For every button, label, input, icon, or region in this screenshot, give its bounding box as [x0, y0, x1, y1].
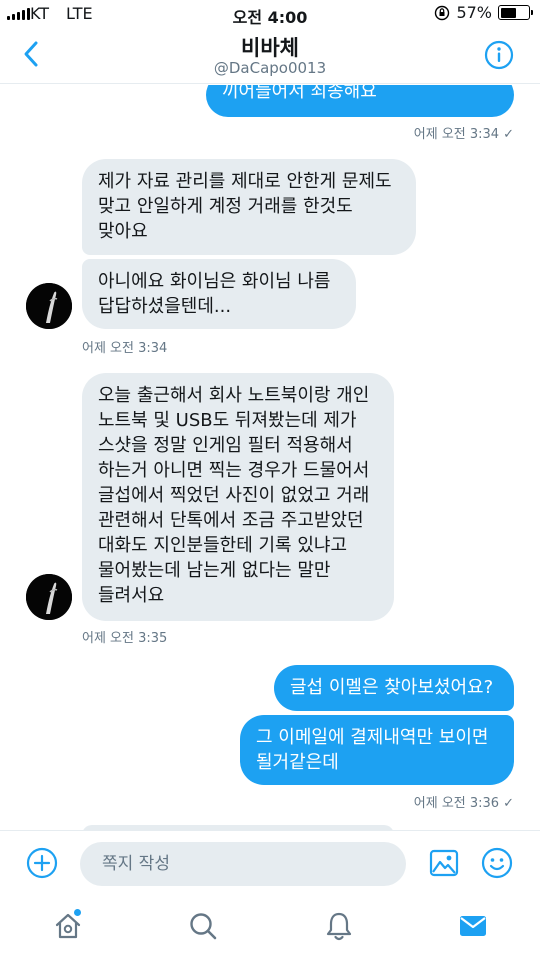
contact-avatar[interactable]	[26, 574, 72, 620]
bottom-tab-bar	[0, 896, 540, 960]
message-bubble-outgoing[interactable]: 그 이메일에 결제내역만 보이면 될거같은데	[240, 715, 514, 785]
contact-avatar[interactable]	[26, 283, 72, 329]
message-input[interactable]	[80, 842, 406, 886]
message-timestamp: 어제 오전 3:35	[82, 631, 168, 646]
battery-percent: 57%	[456, 3, 492, 22]
conversation-header: 비바체 @DaCapo0013	[0, 28, 540, 84]
message-thread[interactable]: 끼어들어서 죄송해요 어제 오전 3:34 ✓ 제가 자료 관리를 제대로 안한게…	[0, 85, 540, 830]
battery-level	[500, 7, 516, 18]
add-media-button[interactable]	[26, 847, 58, 879]
info-icon[interactable]	[484, 40, 514, 70]
message-bubble-incoming[interactable]: 제가 자료 관리를 제대로 안한게 문제도 맞고 안일하게 계정 거래를 한것도…	[82, 159, 416, 255]
message-timestamp: 어제 오전 3:34 ✓	[414, 123, 514, 142]
read-check-icon: ✓	[503, 127, 514, 142]
search-icon[interactable]	[187, 910, 219, 942]
read-check-icon: ✓	[503, 796, 514, 811]
timestamp-text: 어제 오전 3:36	[413, 796, 500, 811]
avatar-image	[26, 283, 72, 329]
contact-handle[interactable]: @DaCapo0013	[0, 59, 540, 77]
contact-name[interactable]: 비바체	[0, 32, 540, 62]
status-bar: KT LTE 오전 4:00 57%	[0, 0, 540, 28]
message-bubble-incoming[interactable]: 아니에요 화이님은 화이님 나름 답답하셨을텐데...	[82, 259, 356, 329]
battery-icon	[498, 5, 533, 20]
home-notification-dot	[74, 909, 81, 916]
rotation-lock-icon	[435, 5, 450, 20]
timestamp-text: 어제 오전 3:34	[413, 127, 500, 142]
emoji-icon[interactable]	[481, 847, 513, 879]
message-bubble-outgoing[interactable]: 글섭 이멜은 찾아보셨어요?	[274, 665, 514, 711]
message-composer	[0, 830, 540, 896]
avatar-image	[26, 574, 72, 620]
status-right-group: 57%	[434, 3, 533, 22]
image-icon[interactable]	[429, 848, 459, 878]
message-bubble-outgoing[interactable]: 끼어들어서 죄송해요	[206, 85, 514, 117]
mail-icon[interactable]	[457, 910, 489, 942]
message-timestamp: 어제 오전 3:34	[82, 341, 168, 356]
bell-icon[interactable]	[323, 910, 355, 942]
message-timestamp: 어제 오전 3:36 ✓	[414, 792, 514, 811]
message-bubble-incoming[interactable]: 오늘 출근해서 회사 노트북이랑 개인 노트북 및 USB도 뒤져봤는데 제가 …	[82, 373, 394, 621]
